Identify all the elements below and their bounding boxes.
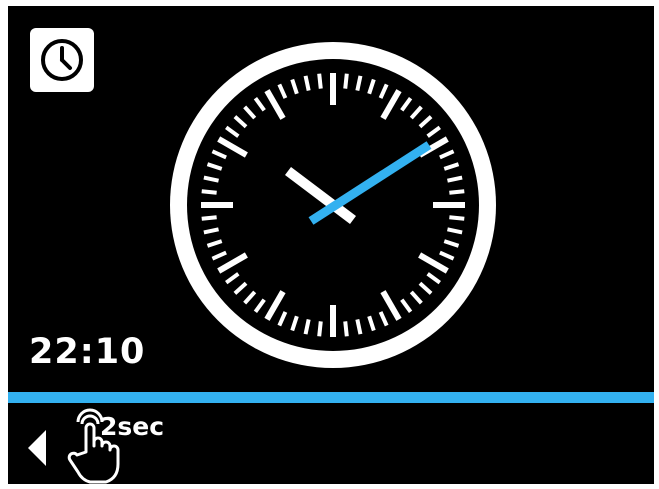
minute-tick-mark xyxy=(449,189,465,195)
minute-tick-mark xyxy=(317,321,323,337)
progress-divider-bar xyxy=(8,392,654,403)
minute-tick-mark xyxy=(201,189,217,195)
analog-clock-face xyxy=(170,42,496,368)
digital-time-label: 22:10 xyxy=(29,332,146,372)
press-duration-label: 2sec xyxy=(100,412,165,441)
clock-app-icon xyxy=(30,28,94,92)
long-press-hint[interactable]: 2sec xyxy=(60,406,180,484)
device-screen: 22:10 2sec xyxy=(8,6,654,484)
minute-tick-mark xyxy=(343,73,349,89)
minute-tick-mark xyxy=(317,73,323,89)
back-button[interactable] xyxy=(26,430,52,466)
minute-tick-mark xyxy=(449,215,465,221)
clock-icon xyxy=(41,39,83,81)
triangle-left-icon xyxy=(28,430,46,466)
minute-tick-mark xyxy=(201,215,217,221)
minute-tick-mark xyxy=(343,321,349,337)
analog-clock xyxy=(170,42,496,368)
